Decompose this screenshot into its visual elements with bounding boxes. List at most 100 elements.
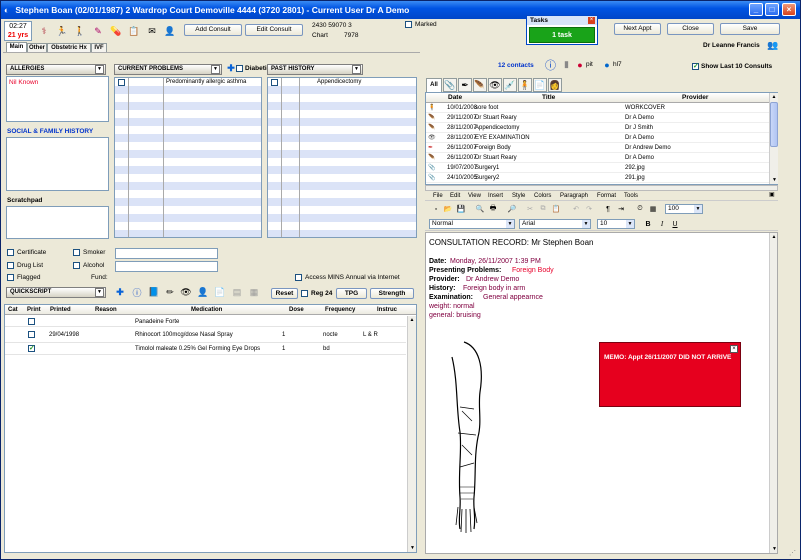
- dropdown-icon[interactable]: ▼: [95, 288, 104, 297]
- edit-consult-button[interactable]: Edit Consult: [245, 24, 303, 36]
- scroll-down-icon[interactable]: ▼: [770, 176, 779, 184]
- tab-syringe-icon[interactable]: 💉: [503, 78, 517, 92]
- dropdown-icon[interactable]: ▼: [95, 65, 104, 74]
- tab-document-icon[interactable]: 📄: [533, 78, 547, 92]
- person-card-icon[interactable]: 👤: [162, 22, 178, 40]
- pit-icon[interactable]: ●: [575, 60, 585, 70]
- mail-icon[interactable]: ✉: [144, 22, 160, 40]
- size-select[interactable]: 10 ▼: [597, 219, 635, 229]
- add-medication-icon[interactable]: ✚: [114, 286, 126, 299]
- eye-icon[interactable]: 👁: [179, 285, 193, 299]
- column-header-reason[interactable]: Reason: [95, 306, 117, 314]
- consult-row[interactable]: 👁 28/11/2007 EYE EXAMINATION Dr A Demo: [426, 133, 769, 143]
- column-header-dose[interactable]: Dose: [289, 306, 304, 314]
- close-icon[interactable]: ×: [588, 17, 595, 24]
- add-consult-button[interactable]: Add Consult: [184, 24, 242, 36]
- resize-grip-icon[interactable]: ⋰: [789, 549, 799, 559]
- menu-view[interactable]: View: [468, 192, 481, 200]
- column-header-cat[interactable]: Cat: [8, 306, 18, 314]
- past-history-list[interactable]: Appendicectomy: [267, 77, 417, 238]
- column-header-medication[interactable]: Medication: [191, 306, 222, 314]
- clock-icon[interactable]: ⏲: [635, 204, 645, 214]
- diabetic-checkbox[interactable]: [236, 65, 243, 72]
- table-row[interactable]: Panadeine Forte: [5, 316, 406, 327]
- consults-scrollbar[interactable]: ▲ ▼: [769, 93, 778, 184]
- certificate-checkbox[interactable]: [7, 249, 14, 256]
- show-last-checkbox[interactable]: ✓: [692, 63, 699, 70]
- alcohol-field[interactable]: [115, 261, 218, 272]
- consult-row[interactable]: 📎 19/07/2007 Surgery1 292.jpg: [426, 163, 769, 173]
- bold-icon[interactable]: B: [643, 219, 653, 229]
- consult-row[interactable]: 🧍 10/01/2008 sore foot WORKCOVER: [426, 103, 769, 113]
- chevron-down-icon[interactable]: ▼: [626, 220, 634, 228]
- save-button[interactable]: Save: [720, 23, 780, 35]
- edit-icon[interactable]: ✏: [163, 285, 177, 299]
- history-checkbox[interactable]: [271, 79, 278, 86]
- find-icon[interactable]: 🔎: [507, 204, 517, 214]
- dropdown-icon[interactable]: ▼: [211, 65, 220, 74]
- book-icon[interactable]: 📘: [147, 285, 161, 299]
- drug-list-checkbox[interactable]: [7, 262, 14, 269]
- print-checkbox[interactable]: [28, 331, 35, 338]
- bin-icon[interactable]: ▮: [562, 59, 571, 70]
- tasks-button[interactable]: 1 task: [529, 27, 595, 43]
- close-icon[interactable]: ×: [730, 345, 738, 353]
- save-icon[interactable]: 💾: [456, 204, 466, 214]
- print-icon[interactable]: ▤: [230, 285, 244, 299]
- menu-format[interactable]: Format: [597, 192, 616, 200]
- scroll-thumb[interactable]: [770, 102, 778, 147]
- dropdown-icon[interactable]: ▼: [352, 65, 361, 74]
- chevron-down-icon[interactable]: ▼: [694, 205, 702, 213]
- tab-feather-icon[interactable]: 🪶: [473, 78, 487, 92]
- new-icon[interactable]: ▫: [431, 204, 441, 214]
- info-icon[interactable]: ⓘ: [130, 285, 144, 299]
- menu-style[interactable]: Style: [512, 192, 525, 200]
- consult-row[interactable]: 📎 24/10/2005 Surgery2 291.jpg: [426, 173, 769, 183]
- person-icon[interactable]: 🚶: [72, 22, 88, 40]
- strength-button[interactable]: Strength: [370, 288, 414, 299]
- tab-all[interactable]: All: [426, 78, 442, 92]
- person-icon[interactable]: 👤: [196, 285, 210, 299]
- underline-icon[interactable]: U: [670, 219, 680, 229]
- current-problems-header[interactable]: CURRENT PROBLEMS ▼: [114, 64, 222, 75]
- editor-restore-icon[interactable]: ▣: [769, 191, 775, 199]
- menu-tools[interactable]: Tools: [624, 192, 638, 200]
- menu-insert[interactable]: Insert: [488, 192, 503, 200]
- column-header-instruc[interactable]: Instruc: [377, 306, 397, 314]
- consult-row[interactable]: 🪶 29/11/2007 Dr Stuart Reary Dr A Demo: [426, 113, 769, 123]
- document-scrollbar[interactable]: ▲ ▼: [769, 233, 777, 553]
- column-header-date[interactable]: Date: [448, 94, 462, 102]
- scroll-down-icon[interactable]: ▼: [770, 545, 777, 553]
- style-select[interactable]: Normal ▼: [429, 219, 515, 229]
- current-problems-list[interactable]: Predominantly allergic asthma: [114, 77, 262, 238]
- hl7-icon[interactable]: ●: [602, 60, 612, 70]
- notes-icon[interactable]: 📋: [126, 22, 142, 40]
- social-history-box[interactable]: [6, 137, 109, 191]
- scratchpad-box[interactable]: [6, 206, 109, 239]
- person-running-icon[interactable]: 🏃: [54, 22, 70, 40]
- problem-checkbox[interactable]: [118, 79, 125, 86]
- tab-nurse-icon[interactable]: 👩: [548, 78, 562, 92]
- chevron-down-icon[interactable]: ▼: [506, 220, 514, 228]
- scroll-up-icon[interactable]: ▲: [408, 316, 416, 324]
- print-checkbox[interactable]: [28, 318, 35, 325]
- sheet-icon[interactable]: ▦: [247, 285, 261, 299]
- table-row[interactable]: 29/04/1998 Rhinocort 100mcg/dose Nasal S…: [5, 327, 406, 343]
- doctor-avatar-icon[interactable]: 👥: [766, 38, 780, 52]
- document-icon[interactable]: 📄: [213, 285, 227, 299]
- scroll-up-icon[interactable]: ▲: [770, 93, 778, 101]
- smoker-checkbox[interactable]: [73, 249, 80, 256]
- add-problem-icon[interactable]: ✚: [226, 63, 236, 73]
- column-header-frequency[interactable]: Frequency: [325, 306, 355, 314]
- tab-main[interactable]: Main: [6, 42, 27, 52]
- open-icon[interactable]: 📂: [443, 204, 453, 214]
- quickscript-header[interactable]: QUICKSCRIPT ▼: [6, 287, 106, 298]
- print-checkbox-checked[interactable]: ✓: [28, 345, 35, 352]
- font-select[interactable]: Arial ▼: [519, 219, 591, 229]
- medications-scrollbar[interactable]: ▲ ▼: [407, 316, 416, 552]
- tab-pen-icon[interactable]: ✒: [458, 78, 472, 92]
- stethoscope-icon[interactable]: ⚕: [36, 22, 52, 40]
- access-mins-checkbox[interactable]: [295, 274, 302, 281]
- consult-row[interactable]: 🪶 26/11/2007 Dr Stuart Reary Dr A Demo: [426, 153, 769, 163]
- past-history-header[interactable]: PAST HISTORY ▼: [267, 64, 363, 75]
